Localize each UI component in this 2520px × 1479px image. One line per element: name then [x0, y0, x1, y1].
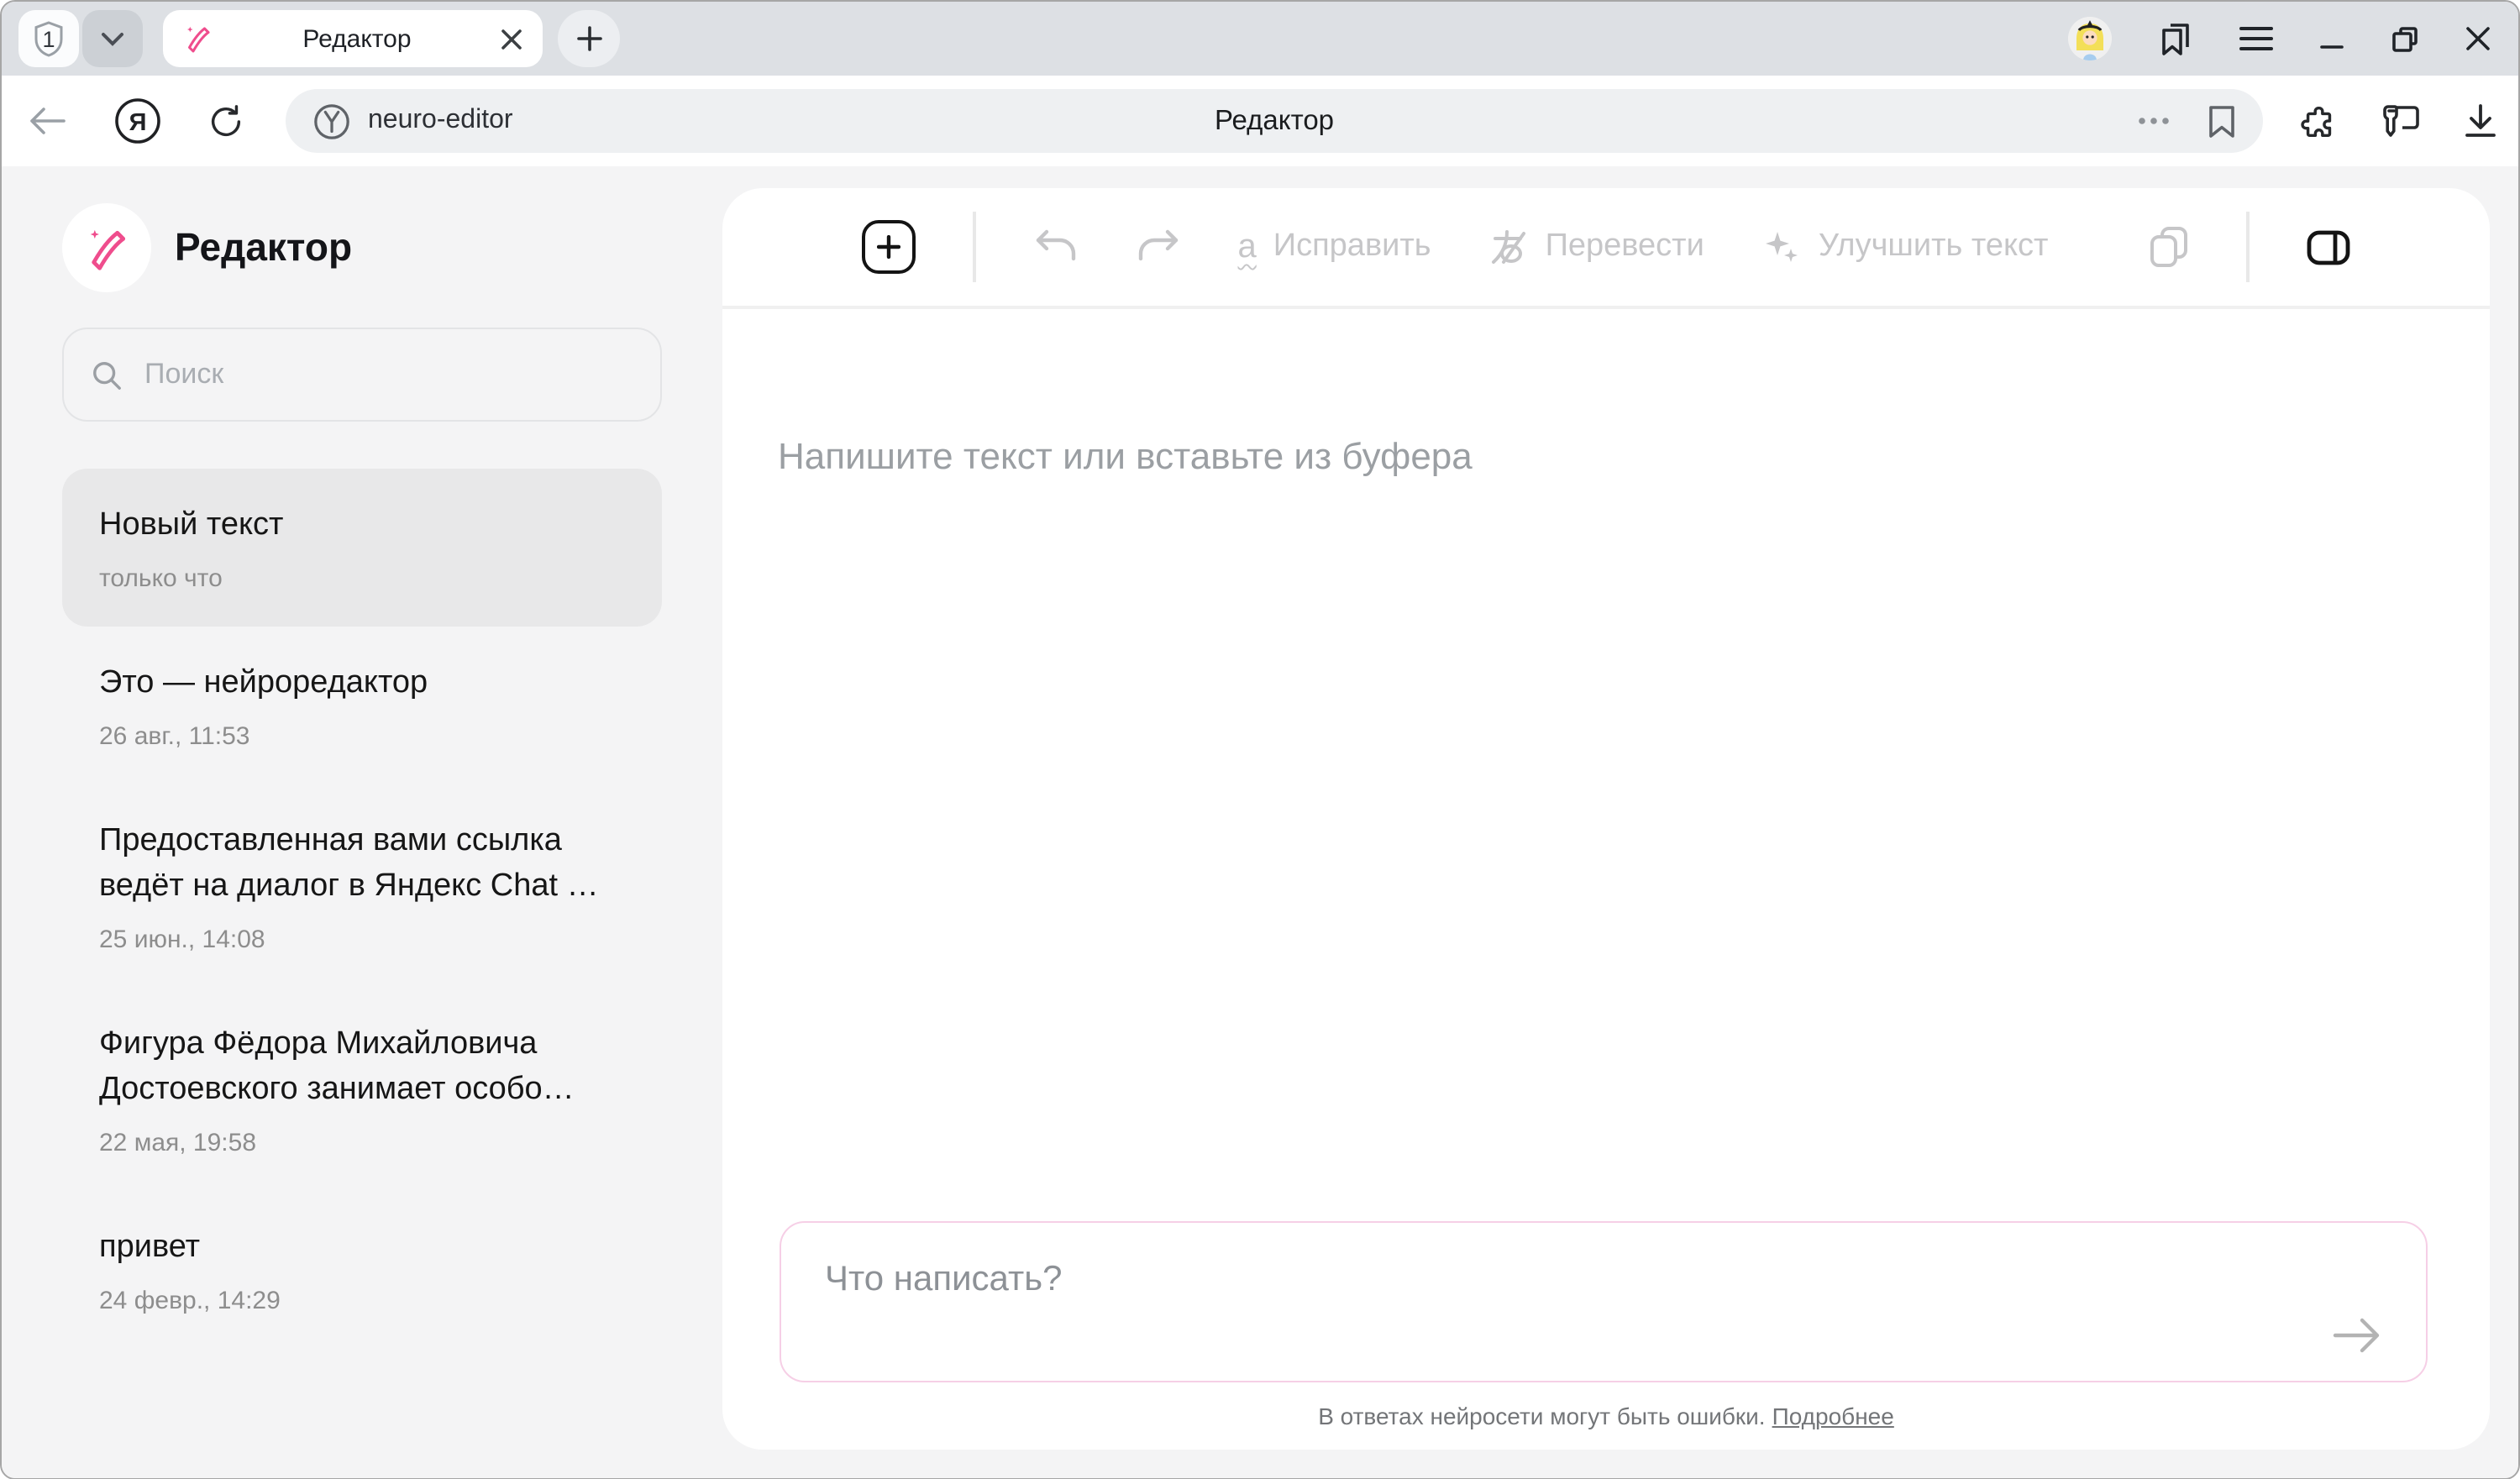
active-tab[interactable]: Редактор [163, 10, 543, 67]
address-field[interactable]: neuro-editor Редактор [286, 89, 2263, 153]
app-title: Редактор [175, 225, 352, 270]
fix-label: Исправить [1273, 228, 1431, 265]
document-item[interactable]: Фигура Фёдора Михайловича Достоевского з… [62, 988, 662, 1191]
close-tab-icon[interactable] [501, 28, 522, 50]
new-tab-button[interactable] [558, 10, 620, 67]
prompt-area [722, 1220, 2490, 1382]
document-date: 22 мая, 19:58 [99, 1129, 625, 1157]
search-box[interactable] [62, 328, 662, 422]
prompt-box[interactable] [780, 1220, 2428, 1382]
document-date: только что [99, 564, 625, 593]
menu-icon[interactable] [2239, 25, 2273, 52]
sparkles-icon [1761, 227, 1802, 267]
fix-button[interactable]: а Исправить [1238, 228, 1431, 266]
app-logo-row: Редактор [62, 203, 662, 292]
more-icon[interactable] [2137, 116, 2171, 126]
user-avatar[interactable] [2068, 17, 2112, 60]
plus-icon [575, 25, 602, 52]
prompt-input[interactable] [781, 1222, 2426, 1380]
tab-list-dropdown[interactable] [82, 10, 143, 67]
tab-bar: 1 Редактор [2, 2, 2518, 76]
app-logo [62, 203, 151, 292]
minimize-icon[interactable] [2318, 25, 2345, 52]
document-item[interactable]: Новый текст только что [62, 469, 662, 627]
document-list: Новый текст только что Это — нейроредакт… [62, 469, 662, 1349]
avatar-image [2068, 17, 2112, 60]
browser-window: 1 Редактор [0, 0, 2520, 1479]
translate-label: Перевести [1546, 228, 1704, 265]
panel-toggle-icon[interactable] [2306, 229, 2349, 265]
editor-placeholder: Напишите текст или вставьте из буфера [778, 434, 2434, 478]
passwords-icon[interactable] [2381, 102, 2421, 139]
tab-title: Редактор [213, 24, 501, 53]
send-button[interactable] [2332, 1316, 2382, 1353]
chevron-down-icon [101, 31, 124, 46]
document-title: Это — нейроредактор [99, 660, 625, 705]
editor-toolbar: а Исправить Перевести Улучшить текст [722, 188, 2490, 306]
redo-icon[interactable] [1136, 227, 1181, 267]
extensions-icon[interactable] [2300, 102, 2339, 140]
editor-area[interactable]: Напишите текст или вставьте из буфера [722, 308, 2490, 1220]
downloads-icon[interactable] [2463, 102, 2498, 139]
close-window-icon[interactable] [2465, 25, 2491, 52]
bookmarks-icon[interactable] [2157, 21, 2194, 56]
document-date: 25 июн., 14:08 [99, 926, 625, 954]
document-date: 26 авг., 11:53 [99, 722, 625, 751]
search-icon [91, 359, 123, 391]
toolbar-divider [2246, 212, 2249, 282]
disclaimer: В ответах нейросети могут быть ошибки. П… [722, 1382, 2490, 1449]
improve-button[interactable]: Улучшить текст [1761, 227, 2049, 267]
page-title: Редактор [286, 105, 2263, 137]
magic-pencil-icon [183, 24, 213, 54]
tab-counter-control[interactable]: 1 [18, 10, 143, 67]
plus-icon [878, 235, 901, 259]
undo-icon[interactable] [1033, 227, 1079, 267]
more-info-link[interactable]: Подробнее [1772, 1402, 1894, 1429]
yandex-logo-icon[interactable]: Я [113, 96, 163, 146]
toolbar-divider [974, 212, 976, 282]
disclaimer-text: В ответах нейросети могут быть ошибки. [1318, 1402, 1765, 1429]
document-title: Фигура Фёдора Михайловича Достоевского з… [99, 1021, 625, 1112]
document-item[interactable]: привет 24 февр., 14:29 [62, 1191, 662, 1349]
improve-label: Улучшить текст [1819, 228, 2049, 265]
document-title: Новый текст [99, 502, 625, 548]
arrow-right-icon [2332, 1316, 2382, 1353]
magic-pencil-icon [83, 224, 130, 271]
document-date: 24 февр., 14:29 [99, 1287, 625, 1315]
tab-count-label: 1 [42, 26, 55, 51]
document-title: привет [99, 1225, 625, 1270]
page-content: Редактор Новый текст только что Это — не… [2, 166, 2518, 1477]
back-icon[interactable] [29, 106, 66, 136]
refresh-icon[interactable] [207, 102, 245, 140]
copy-icon[interactable] [2149, 225, 2189, 269]
document-title: Предоставленная вами ссылка ведёт на диа… [99, 818, 625, 909]
document-item[interactable]: Это — нейроредактор 26 авг., 11:53 [62, 627, 662, 784]
new-document-button[interactable] [863, 220, 916, 274]
document-item[interactable]: Предоставленная вами ссылка ведёт на диа… [62, 784, 662, 988]
fix-icon: а [1238, 228, 1257, 266]
search-input[interactable] [141, 356, 633, 393]
address-bar: Я neuro-editor Редактор [2, 76, 2518, 166]
translate-icon [1488, 227, 1529, 267]
editor-card: а Исправить Перевести Улучшить текст [722, 188, 2490, 1449]
tab-count-badge[interactable]: 1 [18, 10, 79, 67]
translate-button[interactable]: Перевести [1488, 227, 1704, 267]
bookmark-flag-icon[interactable] [2208, 103, 2236, 139]
maximize-icon[interactable] [2391, 24, 2419, 53]
svg-text:Я: Я [129, 109, 147, 136]
sidebar: Редактор Новый текст только что Это — не… [2, 166, 722, 1477]
